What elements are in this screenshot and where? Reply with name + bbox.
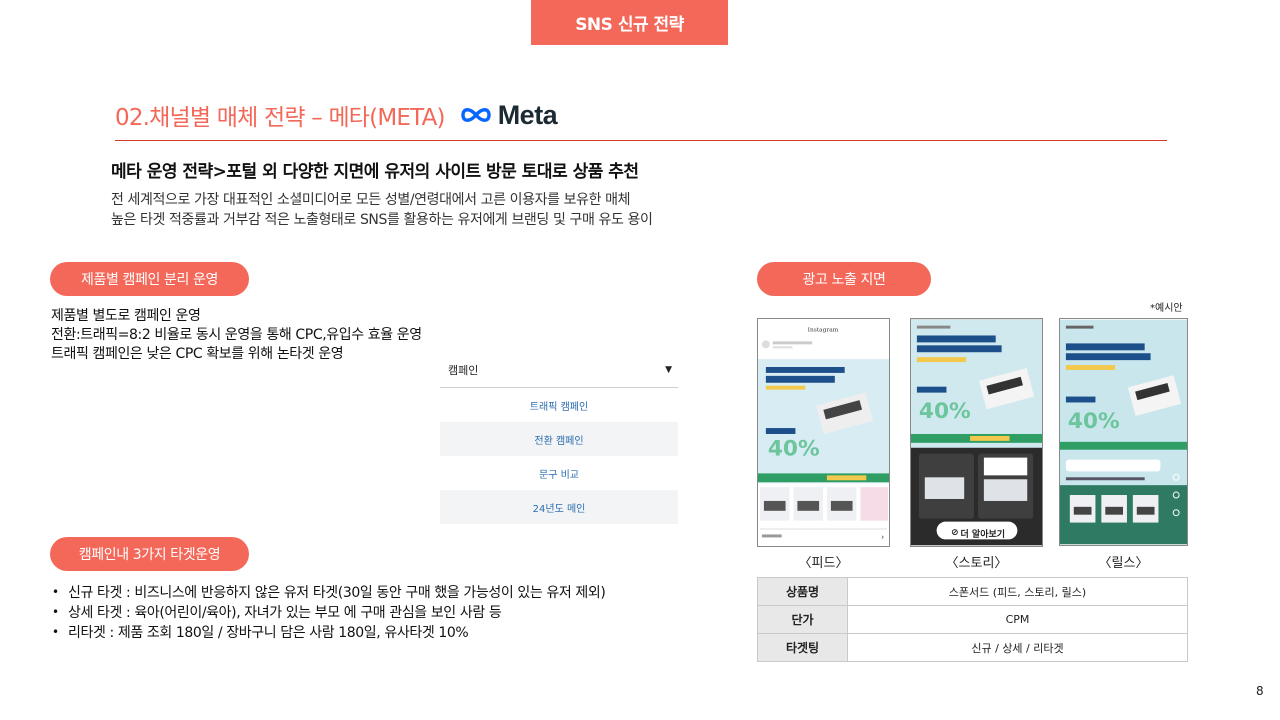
target-bullet-text: 리타겟 : 제품 조회 180일 / 장바구니 담은 사람 180일, 유사타겟… — [68, 625, 469, 641]
dropdown-item-main-2024[interactable]: 24년도 메인 — [440, 490, 678, 524]
strategy-line: 전 세계적으로 가장 대표적인 소셜미디어로 모든 성별/연령대에서 고른 이용… — [111, 192, 631, 208]
table-value: 신규 / 상세 / 리타겟 — [847, 633, 1188, 662]
reels-ad-mockup: 40% — [1059, 318, 1188, 546]
target-bullet: • 리타겟 : 제품 조회 180일 / 장바구니 담은 사람 180일, 유사타… — [52, 622, 605, 642]
campaign-split-line: 트래픽 캠페인은 낮은 CPC 확보를 위해 논타겟 운영 — [51, 346, 344, 362]
section-title-text: 02.채널별 매체 전략 – 메타(META) — [115, 105, 445, 131]
table-key: 단가 — [757, 605, 848, 634]
target-bullet-list: • 신규 타겟 : 비즈니스에 반응하지 않은 유저 타겟(30일 동안 구매 했… — [52, 582, 606, 642]
svg-text:Instagram: Instagram — [808, 328, 839, 334]
story-ad-image: 40% — [911, 319, 1042, 546]
header-tab: SNS 신규 전략 — [531, 0, 728, 45]
feed-ad-image: Instagram 40% › — [758, 319, 889, 546]
target-bullet-text: 신규 타겟 : 비즈니스에 반응하지 않은 유저 타겟(30일 동안 구매 했을… — [68, 585, 606, 601]
table-key: 상품명 — [757, 577, 848, 606]
table-row: 타겟팅 신규 / 상세 / 리타겟 — [757, 633, 1188, 662]
campaign-split-pill: 제품별 캠페인 분리 운영 — [50, 262, 249, 296]
section-title: 02.채널별 매체 전략 – 메타(META) Meta — [115, 98, 558, 132]
dropdown-item-copy-test[interactable]: 문구 비교 — [440, 456, 678, 490]
title-divider — [115, 140, 1167, 141]
table-row: 상품명 스폰서드 (피드, 스토리, 릴스) — [757, 577, 1188, 606]
target-bullet-text: 상세 타겟 : 육아(어린이/육아), 자녀가 있는 부모 에 구매 관심을 보… — [68, 605, 502, 621]
strategy-heading: 메타 운영 전략>포털 외 다양한 지면에 유저의 사이트 방문 토대로 상품 … — [111, 162, 639, 182]
campaign-dropdown[interactable]: 캠페인 ▼ 트래픽 캠페인 전환 캠페인 문구 비교 24년도 메인 — [440, 352, 678, 524]
table-key: 타겟팅 — [757, 633, 848, 662]
page-number: 8 — [1256, 684, 1264, 698]
campaign-split-line: 전환:트래픽=8:2 비율로 동시 운영을 통해 CPC,유입수 효율 운영 — [51, 327, 422, 343]
campaign-split-line: 제품별 별도로 캠페인 운영 — [51, 308, 201, 324]
svg-text:40%: 40% — [919, 399, 971, 424]
feed-ad-mockup: Instagram 40% › — [757, 318, 890, 547]
reels-ad-image: 40% — [1060, 319, 1187, 545]
story-label: 〈스토리〉 — [945, 556, 1008, 571]
placements-pill: 광고 노출 지면 — [757, 262, 931, 296]
meta-infinity-icon — [460, 108, 491, 122]
target-bullet: • 신규 타겟 : 비즈니스에 반응하지 않은 유저 타겟(30일 동안 구매 했… — [52, 582, 606, 602]
story-cta-button[interactable]: ⊘ 더 알아보기 — [937, 524, 1019, 542]
meta-logo-text: Meta — [497, 99, 558, 130]
svg-text:40%: 40% — [1068, 409, 1120, 434]
ad-spec-table: 상품명 스폰서드 (피드, 스토리, 릴스) 단가 CPM 타겟팅 신규 / 상… — [757, 577, 1188, 662]
campaign-dropdown-header[interactable]: 캠페인 ▼ — [440, 352, 678, 388]
dropdown-item-conversion[interactable]: 전환 캠페인 — [440, 422, 678, 456]
target-bullet: • 상세 타겟 : 육아(어린이/육아), 자녀가 있는 부모 에 구매 관심을 … — [52, 602, 605, 622]
story-ad-mockup: 40% ⊘ 더 알아보기 — [910, 318, 1043, 547]
example-note: *예시안 — [1150, 303, 1183, 314]
table-value: CPM — [847, 605, 1188, 634]
strategy-line: 높은 타겟 적중률과 거부감 적은 노출형태로 SNS를 활용하는 유저에게 브… — [111, 212, 653, 228]
targets-pill: 캠페인내 3가지 타겟운영 — [50, 537, 249, 571]
feed-label: 〈피드〉 — [798, 556, 849, 571]
link-icon: ⊘ — [950, 528, 959, 538]
story-cta-label: 더 알아보기 — [960, 529, 1006, 540]
svg-text:40%: 40% — [768, 437, 820, 462]
meta-logo: Meta — [459, 100, 558, 131]
dropdown-item-traffic[interactable]: 트래픽 캠페인 — [440, 388, 678, 422]
campaign-dropdown-label: 캠페인 — [448, 363, 479, 377]
svg-text:›: › — [881, 532, 884, 541]
table-row: 단가 CPM — [757, 605, 1188, 634]
reels-label: 〈릴스〉 — [1098, 556, 1149, 571]
caret-down-icon[interactable]: ▼ — [665, 365, 672, 375]
table-value: 스폰서드 (피드, 스토리, 릴스) — [847, 577, 1188, 606]
